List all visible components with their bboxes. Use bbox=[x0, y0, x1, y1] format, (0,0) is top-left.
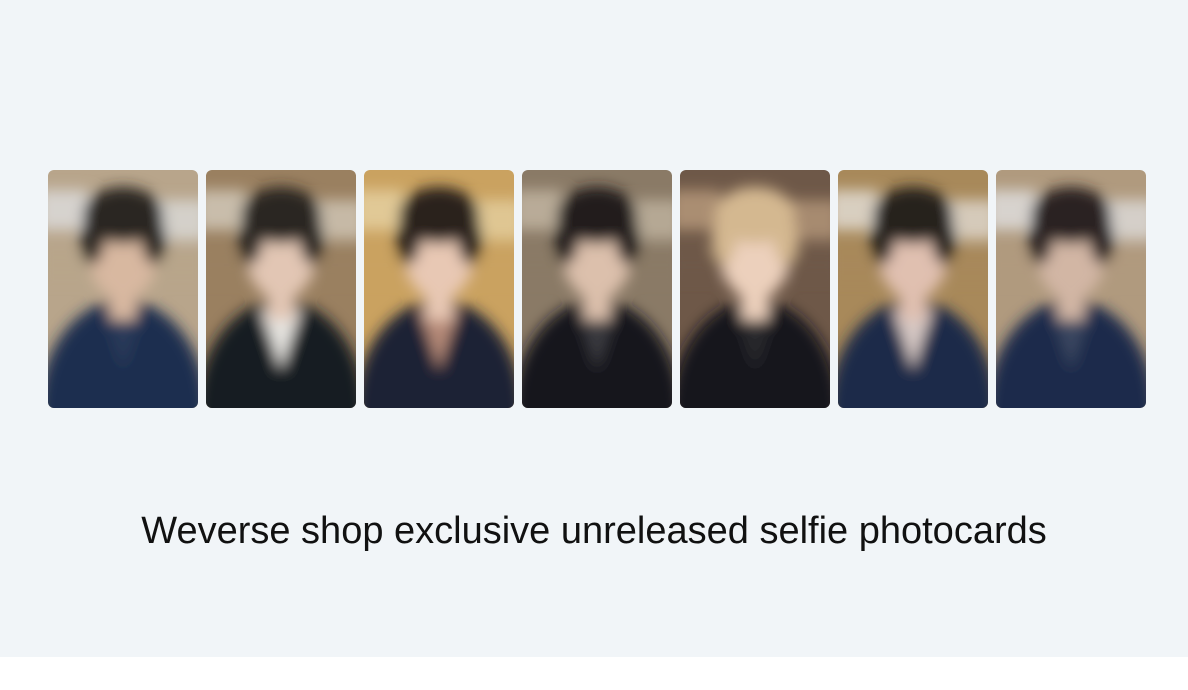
blurred-portrait-icon bbox=[838, 170, 988, 408]
banner-caption: Weverse shop exclusive unreleased selfie… bbox=[141, 510, 1047, 552]
photocard-7 bbox=[996, 170, 1146, 408]
blurred-portrait-icon bbox=[680, 170, 830, 408]
photocard-5 bbox=[680, 170, 830, 408]
blurred-portrait-icon bbox=[996, 170, 1146, 408]
photocard-1 bbox=[48, 170, 198, 408]
blurred-portrait-icon bbox=[522, 170, 672, 408]
photocard-row bbox=[48, 170, 1146, 408]
photocard-2 bbox=[206, 170, 356, 408]
photocard-6 bbox=[838, 170, 988, 408]
blurred-portrait-icon bbox=[48, 170, 198, 408]
blurred-portrait-icon bbox=[206, 170, 356, 408]
blurred-portrait-icon bbox=[364, 170, 514, 408]
photocard-3 bbox=[364, 170, 514, 408]
banner-stage: Weverse shop exclusive unreleased selfie… bbox=[0, 0, 1188, 657]
photocard-4 bbox=[522, 170, 672, 408]
